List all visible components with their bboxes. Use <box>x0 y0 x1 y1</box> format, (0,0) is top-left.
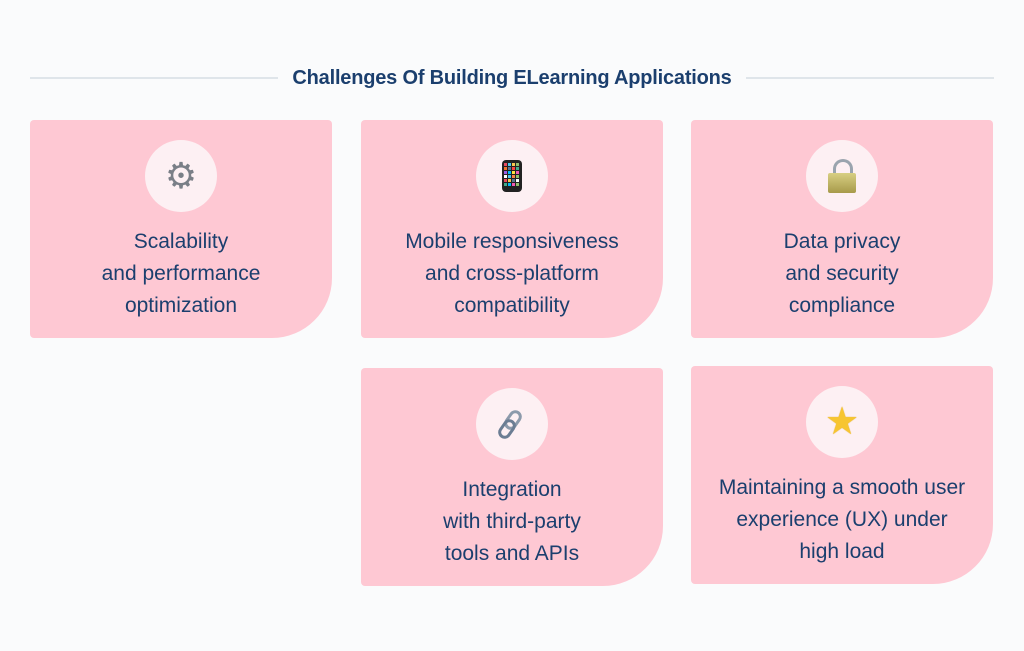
challenge-card-data-privacy: Data privacy and security compliance <box>691 120 993 338</box>
challenge-card-scalability: ⚙ Scalability and performance optimizati… <box>30 120 332 338</box>
card-label: Data privacy and security compliance <box>783 230 901 317</box>
gear-icon: ⚙ <box>164 155 198 196</box>
challenge-card-integration: Integration with third-party tools and A… <box>361 368 663 586</box>
card-label: Mobile responsiveness and cross-platform… <box>405 230 619 317</box>
icon-badge: ⚙ <box>145 140 217 212</box>
lock-icon <box>828 159 856 193</box>
page-title: Challenges Of Building ELearning Applica… <box>292 66 732 89</box>
icon-badge: ★ <box>806 386 878 458</box>
icon-badge <box>476 140 548 212</box>
challenge-card-user-experience: ★ Maintaining a smooth user experience (… <box>691 366 993 584</box>
card-label: Maintaining a smooth user experience (UX… <box>718 476 966 563</box>
card-label: Scalability and performance optimization <box>101 230 261 317</box>
challenge-card-mobile: Mobile responsiveness and cross-platform… <box>361 120 663 338</box>
icon-badge <box>476 388 548 460</box>
icon-badge <box>806 140 878 212</box>
star-icon: ★ <box>824 401 860 443</box>
page-header: Challenges Of Building ELearning Applica… <box>30 62 994 94</box>
header-divider-left <box>30 77 279 79</box>
mobile-phone-icon <box>502 160 522 192</box>
header-divider-right <box>745 77 994 79</box>
link-icon <box>498 410 522 439</box>
card-label: Integration with third-party tools and A… <box>443 478 581 565</box>
